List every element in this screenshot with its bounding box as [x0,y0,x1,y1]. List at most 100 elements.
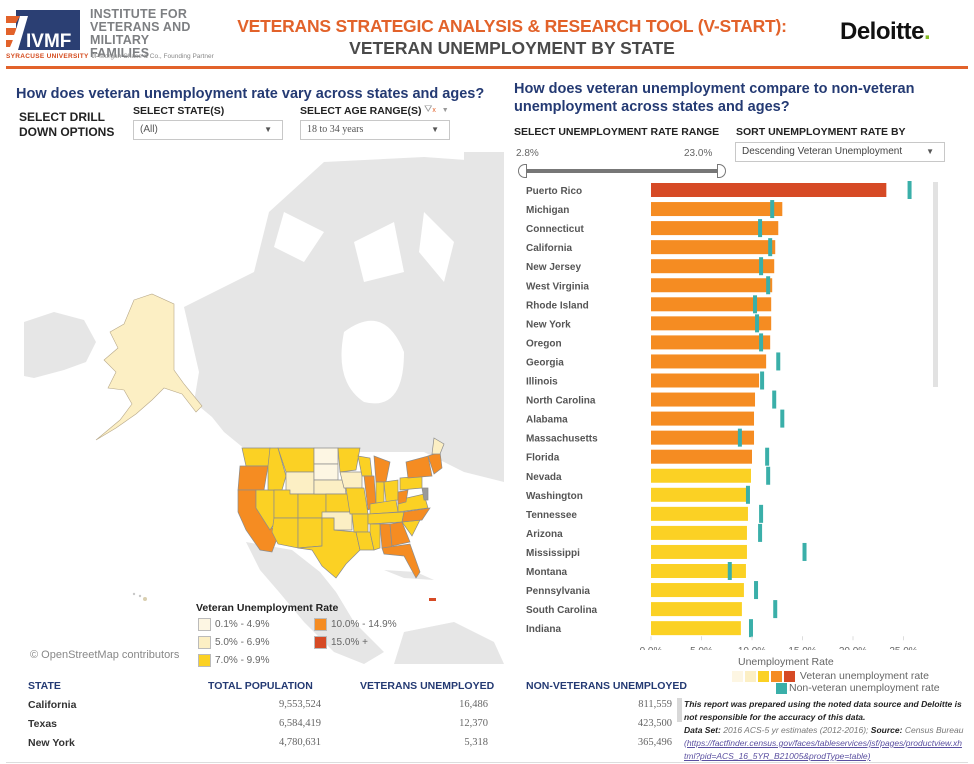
land-south-america [394,622,504,664]
veteran-rate-bar[interactable] [651,487,747,502]
state-nebraska[interactable] [313,479,347,495]
dataset-value: 2016 ACS-5 yr estimates (2012-2016); [723,725,869,735]
bar-category-label: Illinois [526,377,558,388]
state-tennessee[interactable] [367,511,405,525]
choropleth-map[interactable] [24,152,504,664]
slider-max-handle[interactable] [717,164,726,178]
state-michigan[interactable] [373,455,391,483]
unemployment-bar-chart[interactable]: Puerto Rico Michigan Connecticut California… [514,180,944,650]
bar-category-label: Michigan [526,205,569,216]
table-scrollbar[interactable] [677,698,682,722]
veteran-rate-bar[interactable] [651,240,776,255]
state-kansas[interactable] [325,493,351,513]
legend-label: 5.0% - 6.9% [215,637,270,649]
state-indiana[interactable] [375,481,385,505]
deloitte-logo[interactable]: Deloitte. [840,18,931,46]
map-legend-item: 10.0% - 14.9% [314,618,397,631]
veteran-rate-bar[interactable] [651,259,775,274]
map-attribution[interactable]: © OpenStreetMap contributors [30,649,179,661]
map-legend-title: Veteran Unemployment Rate [196,602,339,614]
column-header-non-veterans-unemployed[interactable]: NON-VETERANS UNEMPLOYED [526,680,687,692]
veteran-rate-bar[interactable] [651,468,751,483]
dataset-label: Data Set: [684,725,721,735]
chart-scrollbar[interactable] [933,182,938,387]
page-title: VETERANS STRATEGIC ANALYSIS & RESEARCH T… [222,16,802,59]
age-filter-dropdown[interactable]: 18 to 34 years ▼ [300,120,450,140]
drill-down-label-line-2: DOWN OPTIONS [19,125,115,139]
non-veteran-rate-tick [748,619,753,638]
non-veteran-rate-tick [755,314,760,333]
veteran-rate-bar[interactable] [651,316,772,331]
state-iowa[interactable] [339,471,363,489]
veteran-rate-bar[interactable] [651,621,741,636]
non-veteran-rate-tick [760,371,765,390]
bar-category-label: Georgia [526,357,564,368]
source-label: Source: [870,725,903,735]
map-canvas [24,152,504,664]
bar-category-label: Florida [526,453,560,464]
clear-filter-icon[interactable]: ⛛x [424,104,436,115]
source-value: Census Bureau [904,725,964,735]
census-source-link[interactable]: (https://factfinder.census.gov/faces/tab… [684,737,964,763]
veteran-rate-bar[interactable] [651,583,744,598]
bar-category-label: Pennsylvania [526,586,590,597]
veteran-rate-bar[interactable] [651,449,752,464]
filter-controls[interactable]: ⛛x ▼ [424,104,449,115]
bar-category-label: West Virginia [526,281,589,292]
age-filter-label: SELECT AGE RANGE(S) [300,105,422,117]
state-minnesota[interactable] [337,447,361,473]
slider-min-handle[interactable] [518,164,527,178]
veteran-rate-bar[interactable] [651,602,742,617]
comparison-question-line-2: unemployment across states and ages? [514,99,790,115]
state-new-york[interactable] [405,455,433,479]
cell-total-population: 4,780,631 [279,737,321,748]
x-axis-tick-label: 20.0% [839,646,867,650]
state-utah[interactable] [273,489,299,519]
deloitte-dot: . [924,18,931,45]
legend-swatch [314,618,327,631]
state-hawaii[interactable] [132,592,147,601]
non-veteran-rate-tick [754,581,759,600]
state-arizona[interactable] [271,517,299,549]
state-ohio[interactable] [383,479,399,503]
veteran-rate-bar[interactable] [651,392,756,407]
column-header-total-population[interactable]: TOTAL POPULATION [208,680,313,692]
column-header-veterans-unemployed[interactable]: VETERANS UNEMPLOYED [360,680,494,692]
veteran-rate-bar[interactable] [651,354,767,369]
bar-category-label: Oregon [526,338,562,349]
state-missouri[interactable] [345,487,369,515]
veteran-rate-bar[interactable] [651,335,771,350]
veteran-rate-bar[interactable] [651,411,755,426]
state-arkansas[interactable] [351,513,369,533]
rate-range-slider[interactable] [518,164,726,178]
state-south-dakota[interactable] [313,463,339,481]
state-puerto-rico[interactable] [429,598,436,601]
veteran-rate-bar[interactable] [651,525,747,540]
slider-track[interactable] [523,169,721,173]
state-filter-dropdown[interactable]: (All) ▼ [133,120,283,140]
state-washington[interactable] [241,447,271,467]
veteran-rate-bar[interactable] [651,544,747,559]
sort-dropdown-value: Descending Veteran Unemployment [742,146,903,157]
veteran-rate-bar[interactable] [651,202,783,217]
x-axis-tick-label: 5.0% [690,646,713,650]
land-canada [184,157,504,482]
veteran-rate-bar[interactable] [651,278,773,293]
ivmf-logo[interactable]: IVMF INSTITUTE FOR VETERANS AND MILITARY… [6,6,214,62]
map-question-heading: How does veteran unemployment rate vary … [16,86,485,102]
veteran-rate-bar[interactable] [651,373,760,388]
filter-menu-chevron-icon[interactable]: ▼ [442,107,449,114]
sort-dropdown[interactable]: Descending Veteran Unemployment ▼ [735,142,945,162]
state-new-mexico[interactable] [297,517,323,549]
non-veteran-rate-tick [745,485,750,504]
cell-non-veterans-unemployed: 811,559 [638,699,672,710]
bar-category-label: Puerto Rico [526,186,582,197]
non-veteran-rate-tick [802,542,807,561]
non-veteran-swatch [776,682,787,694]
column-header-state[interactable]: STATE [28,680,61,692]
veteran-rate-bar[interactable] [651,506,748,521]
non-veteran-rate-tick [765,447,770,466]
state-north-dakota[interactable] [313,447,339,465]
state-oregon[interactable] [237,465,269,491]
veteran-rate-bar[interactable] [651,183,887,197]
